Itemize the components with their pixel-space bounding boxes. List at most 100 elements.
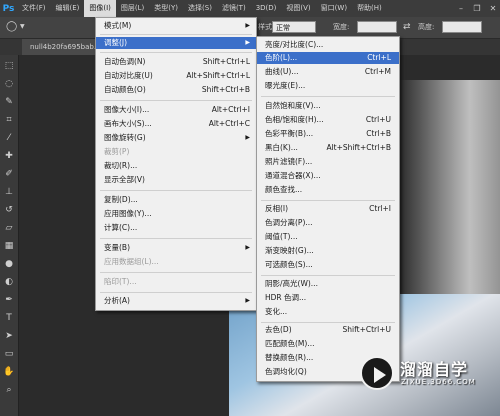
menu-file[interactable]: 文件(F) xyxy=(17,0,51,17)
blur-icon[interactable]: ● xyxy=(2,257,16,271)
tools-panel: ⬚ ◌ ✎ ⌗ ⁄ ✚ ✐ ⊥ ↺ ▱ ▦ ● ◐ ✒ T ➤ ▭ ✋ ⌕ xyxy=(0,55,19,416)
clone-stamp-icon[interactable]: ⊥ xyxy=(2,185,16,199)
menu-item-calculations[interactable]: 计算(C)... xyxy=(96,222,256,234)
width-label: 宽度: xyxy=(333,23,350,31)
watermark-logo-icon xyxy=(360,356,394,390)
brush-icon[interactable]: ✐ xyxy=(2,167,16,181)
menu-filter[interactable]: 滤镜(T) xyxy=(217,0,251,17)
menu-separator xyxy=(261,200,395,201)
menu-item-threshold[interactable]: 阈值(T)... xyxy=(257,231,399,243)
menu-separator xyxy=(100,100,252,101)
pen-icon[interactable]: ✒ xyxy=(2,293,16,307)
menu-item-exposure[interactable]: 曝光度(E)... xyxy=(257,80,399,92)
menu-item-trap: 陷印(T)... xyxy=(104,277,137,286)
watermark: 溜溜自学 ZIXUE.3D66.COM xyxy=(360,356,500,406)
menu-item-duplicate[interactable]: 复制(D)... xyxy=(96,194,256,206)
menu-item-variations[interactable]: 变化... xyxy=(257,306,399,318)
menu-item-photo-filter[interactable]: 照片滤镜(F)... xyxy=(257,156,399,168)
menu-item-image-size[interactable]: 图像大小(I)... Alt+Ctrl+I xyxy=(96,104,256,116)
menu-item-analysis[interactable]: 分析(A) ▶ xyxy=(96,295,256,307)
menu-separator xyxy=(100,52,252,53)
menu-item-posterize[interactable]: 色调分离(P)... xyxy=(257,217,399,229)
menu-item-trim[interactable]: 裁切(R)... xyxy=(96,160,256,172)
ellipse-marquee-icon[interactable]: ◯ xyxy=(6,20,17,34)
gradient-icon[interactable]: ▦ xyxy=(2,239,16,253)
menu-separator xyxy=(100,34,252,35)
eraser-icon[interactable]: ▱ xyxy=(2,221,16,235)
menu-item-channel-mixer[interactable]: 通道混合器(X)... xyxy=(257,170,399,182)
menu-item-invert[interactable]: 反相(I) Ctrl+I xyxy=(257,203,399,215)
menu-item-desaturate[interactable]: 去色(D) Shift+Ctrl+U xyxy=(257,324,399,336)
menu-bar: Ps 文件(F) 编辑(E) 图像(I) 图层(L) 类型(Y) 选择(S) 滤… xyxy=(0,0,500,17)
dodge-icon[interactable]: ◐ xyxy=(2,275,16,289)
height-label: 高度: xyxy=(418,23,435,31)
eyedropper-icon[interactable]: ⁄ xyxy=(2,131,16,145)
image-menu: 模式(M) ▶ 调整(J) ▶ 自动色调(N) Shift+Ctrl+L 自动对比度(… xyxy=(95,17,257,311)
menu-view[interactable]: 视图(V) xyxy=(281,0,315,17)
menu-window[interactable]: 窗口(W) xyxy=(316,0,352,17)
menu-item-curves[interactable]: 曲线(U)... Ctrl+M xyxy=(257,66,399,78)
shape-icon[interactable]: ▭ xyxy=(2,347,16,361)
photo-hair-region xyxy=(399,80,500,300)
menu-separator xyxy=(261,275,395,276)
close-icon[interactable]: ✕ xyxy=(486,0,500,17)
zoom-icon[interactable]: ⌕ xyxy=(2,383,16,397)
history-brush-icon[interactable]: ↺ xyxy=(2,203,16,217)
menu-item-color-balance[interactable]: 色彩平衡(B)... Ctrl+B xyxy=(257,128,399,140)
menu-separator xyxy=(100,238,252,239)
menu-item-black-white[interactable]: 黑白(K)... Alt+Shift+Ctrl+B xyxy=(257,142,399,154)
marquee-icon[interactable]: ⬚ xyxy=(2,59,16,73)
quick-select-icon[interactable]: ✎ xyxy=(2,95,16,109)
menu-separator xyxy=(100,292,252,293)
menu-item-color-lookup[interactable]: 颜色查找... xyxy=(257,184,399,196)
menu-item-gradient-map[interactable]: 渐变映射(G)... xyxy=(257,245,399,257)
menu-item-vibrance[interactable]: 自然饱和度(V)... xyxy=(257,100,399,112)
chevron-down-icon[interactable]: ▼ xyxy=(20,20,25,34)
menu-item-shadows-highlights[interactable]: 阴影/高光(W)... xyxy=(257,278,399,290)
menu-item-auto-tone[interactable]: 自动色调(N) Shift+Ctrl+L xyxy=(96,56,256,68)
menu-item-auto-color[interactable]: 自动颜色(O) Shift+Ctrl+B xyxy=(96,84,256,96)
menu-separator xyxy=(100,190,252,191)
menu-separator xyxy=(100,272,252,273)
menu-item-match-color[interactable]: 匹配颜色(M)... xyxy=(257,338,399,350)
hand-icon[interactable]: ✋ xyxy=(2,365,16,379)
type-icon[interactable]: T xyxy=(2,311,16,325)
width-input[interactable] xyxy=(357,21,397,33)
menu-help[interactable]: 帮助(H) xyxy=(352,0,387,17)
menu-layer[interactable]: 图层(L) xyxy=(116,0,149,17)
restore-icon[interactable]: ❐ xyxy=(470,0,484,17)
menu-item-adjustments[interactable]: 调整(J) ▶ xyxy=(96,37,256,49)
swap-icon[interactable]: ⇄ xyxy=(403,20,411,34)
menu-item-mode[interactable]: 模式(M) ▶ xyxy=(96,20,256,32)
menu-item-hue-saturation[interactable]: 色相/饱和度(H)... Ctrl+U xyxy=(257,114,399,126)
menu-edit[interactable]: 编辑(E) xyxy=(51,0,85,17)
lasso-icon[interactable]: ◌ xyxy=(2,77,16,91)
menu-item-levels[interactable]: 色阶(L)... Ctrl+L xyxy=(257,52,399,64)
menu-item-variables[interactable]: 变量(B) ▶ xyxy=(96,242,256,254)
adjustments-submenu: 亮度/对比度(C)... 色阶(L)... Ctrl+L 曲线(U)... Ctrl… xyxy=(256,36,400,382)
crop-icon[interactable]: ⌗ xyxy=(2,113,16,127)
menu-item-crop: 裁剪(P) xyxy=(104,147,130,156)
menu-separator xyxy=(261,322,395,323)
menu-type[interactable]: 类型(Y) xyxy=(149,0,183,17)
watermark-url: ZIXUE.3D66.COM xyxy=(401,378,476,386)
minimize-icon[interactable]: – xyxy=(454,0,468,17)
menu-select[interactable]: 选择(S) xyxy=(183,0,217,17)
menu-item-apply-image[interactable]: 应用图像(Y)... xyxy=(96,208,256,220)
menu-3d[interactable]: 3D(D) xyxy=(251,0,282,17)
menu-item-selective-color[interactable]: 可选颜色(S)... xyxy=(257,259,399,271)
menu-item-auto-contrast[interactable]: 自动对比度(U) Alt+Shift+Ctrl+L xyxy=(96,70,256,82)
healing-brush-icon[interactable]: ✚ xyxy=(2,149,16,163)
style-select[interactable]: 正常 xyxy=(272,21,316,33)
path-select-icon[interactable]: ➤ xyxy=(2,329,16,343)
menu-image[interactable]: 图像(I) xyxy=(84,0,116,17)
menu-item-brightness-contrast[interactable]: 亮度/对比度(C)... xyxy=(257,39,399,51)
height-input[interactable] xyxy=(442,21,482,33)
menu-item-reveal-all[interactable]: 显示全部(V) xyxy=(96,174,256,186)
menu-item-image-rotation[interactable]: 图像旋转(G) ▶ xyxy=(96,132,256,144)
watermark-title: 溜溜自学 xyxy=(400,360,469,379)
menu-item-hdr-toning[interactable]: HDR 色调... xyxy=(257,292,399,304)
photoshop-logo: Ps xyxy=(2,3,15,14)
menu-item-canvas-size[interactable]: 画布大小(S)... Alt+Ctrl+C xyxy=(96,118,256,130)
menu-separator xyxy=(261,96,395,97)
